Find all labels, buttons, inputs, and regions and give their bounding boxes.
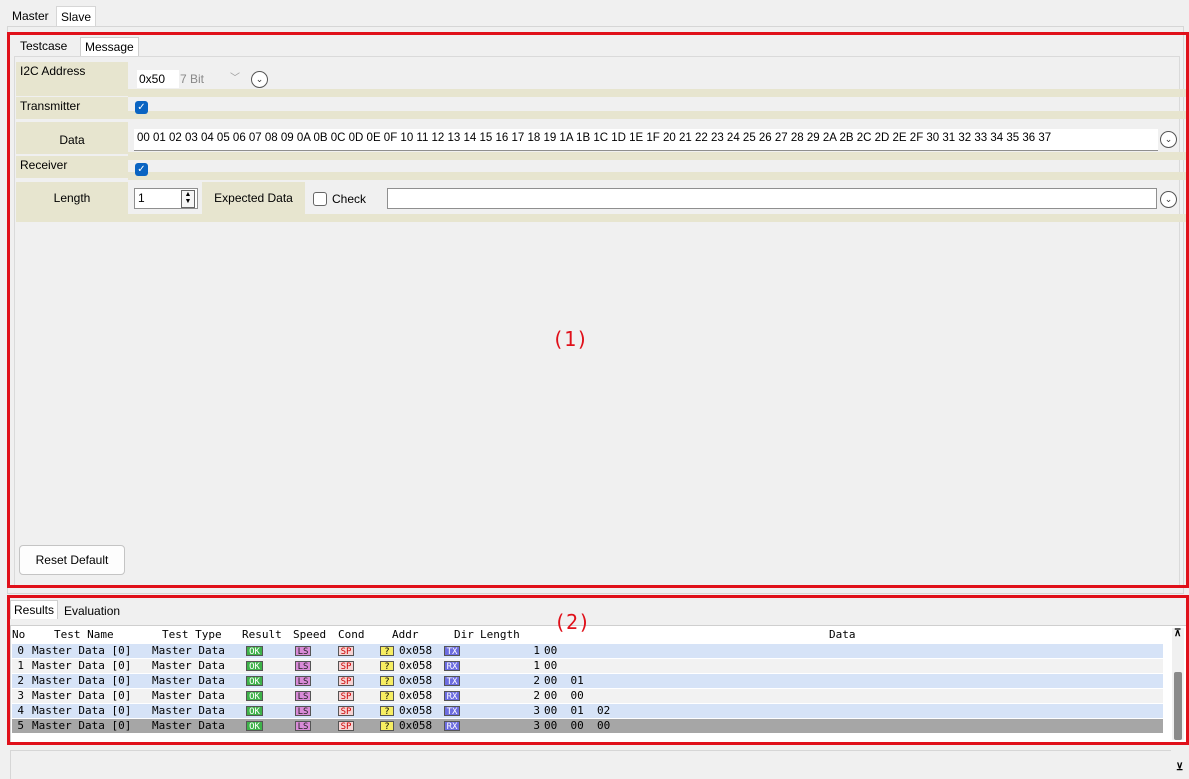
tab-master[interactable]: Master [8,6,53,26]
region2-highlight [7,595,1189,745]
bottom-pane [10,750,1171,779]
region1-highlight [7,32,1189,588]
region1-label: (1) [552,327,589,351]
scroll-bottom-icon[interactable]: ⊻ [1176,762,1183,773]
tab-slave[interactable]: Slave [56,6,97,27]
region2-label: (2) [554,610,591,634]
